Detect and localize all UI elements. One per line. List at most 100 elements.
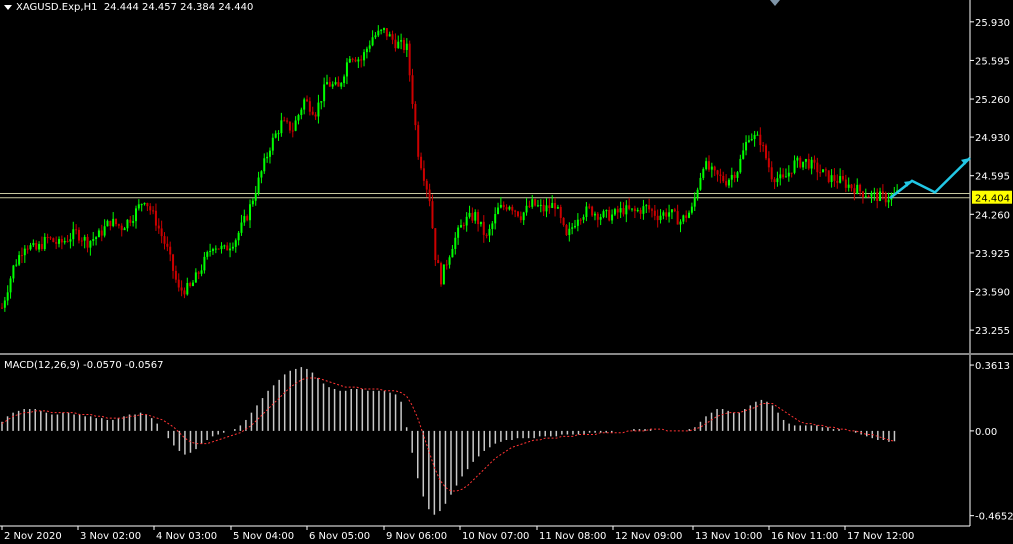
- candle-body: [297, 115, 300, 121]
- candle-body: [525, 205, 528, 213]
- candle-body: [249, 204, 252, 221]
- candle-body: [822, 169, 825, 173]
- candle-body: [414, 104, 417, 126]
- candle-body: [12, 265, 15, 279]
- candle-body: [873, 192, 876, 194]
- trading-chart-window[interactable]: 25.930 25.595 25.260 24.930 24.595 24.260 23.9…: [0, 0, 1013, 544]
- candle-body: [15, 264, 18, 266]
- candle-body: [60, 239, 63, 243]
- candle-body: [571, 227, 574, 229]
- candle-body: [833, 175, 836, 181]
- candle-body: [271, 137, 274, 151]
- candle-body: [325, 82, 328, 85]
- candle-body: [72, 229, 75, 240]
- candle-body: [679, 221, 682, 225]
- candle-body: [881, 191, 884, 194]
- candle-body: [722, 175, 725, 182]
- candle-body: [32, 242, 35, 246]
- candle-body: [75, 229, 78, 231]
- candle-body: [787, 172, 790, 177]
- candle-body: [867, 196, 870, 198]
- candle-body: [459, 225, 462, 228]
- candle-body: [351, 58, 354, 60]
- time-tick-label: 9 Nov 06:00: [386, 531, 447, 542]
- chart-canvas[interactable]: 25.930 25.595 25.260 24.930 24.595 24.260 23.9…: [0, 0, 1013, 544]
- macd-tick-label: 0.3613: [975, 361, 1010, 372]
- candle-body: [317, 102, 320, 117]
- time-tick-label: 4 Nov 03:00: [156, 531, 217, 542]
- candle-body: [611, 214, 614, 221]
- candle-body: [408, 43, 411, 76]
- candle-body: [707, 161, 710, 170]
- candle-body: [320, 101, 323, 103]
- candle-body: [192, 282, 195, 287]
- candle-body: [742, 150, 745, 159]
- candle-body: [705, 161, 708, 170]
- candle-body: [593, 213, 596, 216]
- candle-body: [177, 279, 180, 288]
- candle-body: [591, 206, 594, 216]
- candle-body: [719, 174, 722, 176]
- candle-body: [288, 121, 291, 131]
- candle-body: [35, 242, 38, 250]
- candle-body: [864, 196, 867, 198]
- candle-body: [257, 177, 260, 194]
- candle-body: [750, 139, 753, 141]
- candle-body: [143, 202, 146, 205]
- candle-body: [633, 208, 636, 212]
- candle-body: [217, 248, 220, 250]
- candle-body: [363, 52, 366, 61]
- symbol-header: XAGUSD.Exp,H1 24.444 24.457 24.384 24.44…: [4, 2, 253, 13]
- candle-body: [277, 133, 280, 135]
- candle-body: [773, 179, 776, 183]
- candle-body: [762, 145, 765, 147]
- candle-body: [511, 206, 514, 211]
- candle-body: [579, 219, 582, 221]
- candle-body: [730, 174, 733, 180]
- candle-body: [194, 272, 197, 283]
- candle-body: [63, 240, 66, 243]
- candle-body: [519, 216, 522, 221]
- candle-body: [220, 245, 223, 250]
- candle-body: [109, 220, 112, 227]
- candle-body: [542, 204, 545, 212]
- candle-body: [1, 307, 3, 309]
- candle-body: [545, 205, 548, 212]
- candle-body: [656, 215, 659, 221]
- candle-body: [799, 157, 802, 168]
- candle-body: [214, 248, 217, 250]
- candle-body: [782, 174, 785, 178]
- candle-body: [602, 211, 605, 218]
- candle-body: [203, 256, 206, 271]
- candle-body: [334, 82, 337, 85]
- candle-body: [291, 130, 294, 132]
- candle-body: [377, 30, 380, 36]
- dropdown-triangle-icon[interactable]: [4, 4, 12, 10]
- candle-body: [237, 232, 240, 241]
- time-tick-label: 17 Nov 12:00: [847, 531, 914, 542]
- candle-body: [539, 204, 542, 206]
- candle-body: [391, 34, 394, 40]
- candle-body: [639, 210, 642, 214]
- candle-body: [417, 125, 420, 157]
- candle-body: [528, 205, 531, 207]
- candle-body: [388, 34, 391, 37]
- time-tick-label: 11 Nov 08:00: [539, 531, 606, 542]
- candle-body: [100, 230, 103, 236]
- candle-body: [645, 205, 648, 207]
- candle-body: [861, 191, 864, 197]
- candle-body: [534, 199, 537, 206]
- candle-body: [354, 59, 357, 62]
- candle-body: [154, 210, 157, 226]
- candle-body: [648, 205, 651, 210]
- candle-body: [462, 225, 465, 227]
- candle-body: [819, 172, 822, 174]
- candle-body: [400, 40, 403, 42]
- candle-body: [582, 216, 585, 220]
- candle-body: [713, 166, 716, 171]
- candle-body: [394, 39, 397, 49]
- candle-body: [702, 169, 705, 178]
- candle-body: [522, 212, 525, 221]
- candle-body: [140, 204, 143, 206]
- candle-body: [166, 243, 169, 247]
